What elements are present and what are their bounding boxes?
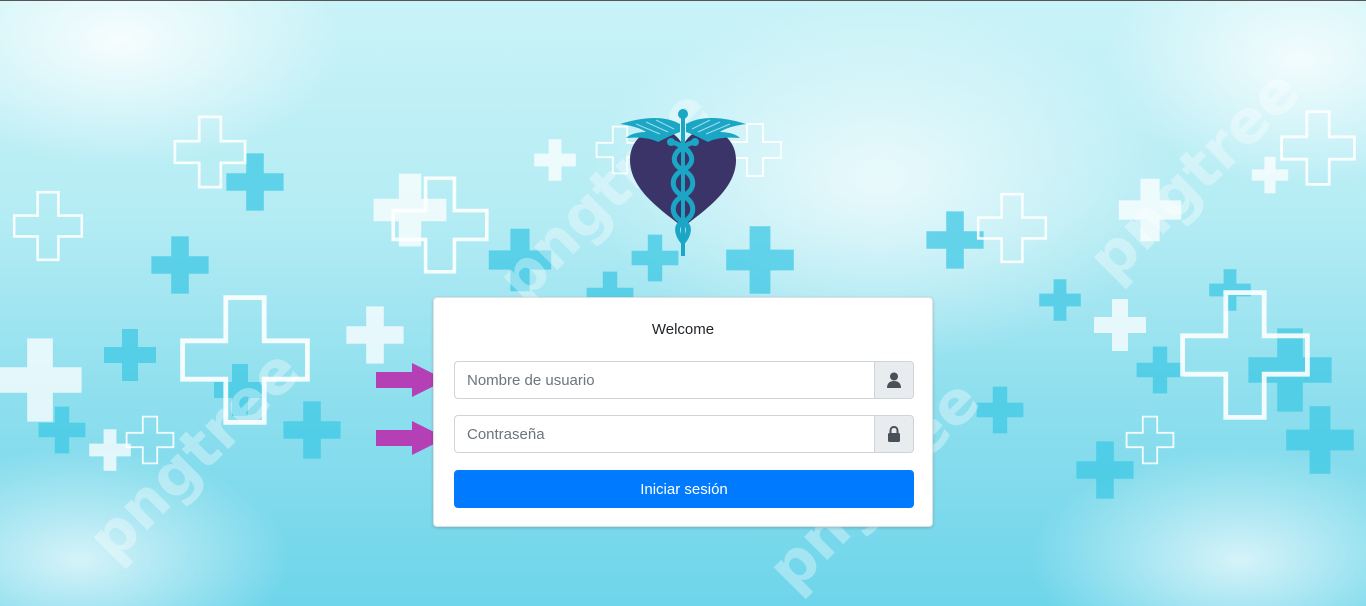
lock-icon [888, 426, 900, 442]
caduceus-heart-logo [620, 109, 746, 256]
watermark-text: pngtree [74, 335, 314, 575]
watermark-text: pngtree [1074, 55, 1314, 295]
password-input-group [454, 415, 914, 453]
password-addon [874, 415, 914, 453]
username-input-group [454, 361, 914, 399]
password-input[interactable] [454, 415, 874, 453]
username-input[interactable] [454, 361, 874, 399]
username-addon [874, 361, 914, 399]
login-button[interactable]: Iniciar sesión [454, 470, 914, 508]
login-card: Welcome Iniciar sesión [433, 297, 933, 527]
window-top-border [0, 0, 1366, 1]
login-title: Welcome [651, 321, 715, 338]
user-icon [887, 372, 901, 388]
